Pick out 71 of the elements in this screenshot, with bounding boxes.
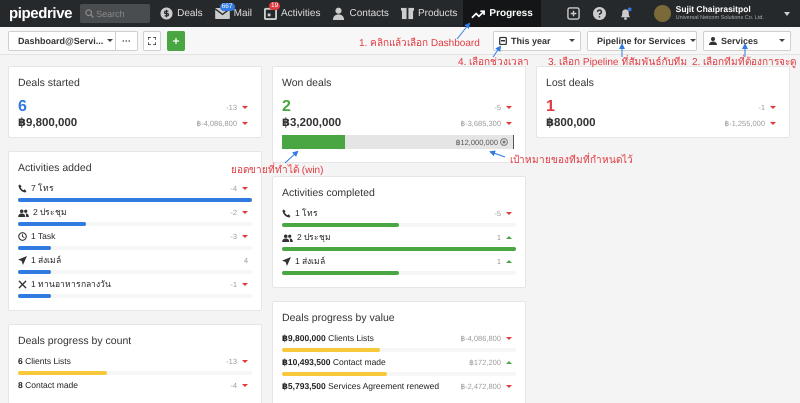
row-label: ฿9,800,000 Clients Lists [282, 333, 374, 344]
card-title: Lost deals [546, 77, 595, 90]
card-title: Deals progress by value [282, 312, 396, 325]
row-label: 1 ทานอาหารกลางวัน [31, 279, 112, 290]
brand-logo[interactable]: pipedrive [9, 5, 72, 22]
row-label: 6 Clients Lists [18, 356, 71, 367]
people-icon [282, 234, 293, 242]
people-icon [18, 208, 29, 216]
paper-plane-icon [18, 256, 27, 265]
filter-dropdown[interactable]: Pipeline for Services [587, 30, 697, 50]
row-label: ฿5,793,500 Services Agreement renewed [282, 381, 440, 392]
annotation-arrow [489, 150, 506, 158]
row-label: 1 Task [31, 231, 56, 242]
row-label: 2 ประชุม [297, 232, 332, 243]
card-title: Activities completed [282, 187, 376, 200]
deal-value: ฿800,000 [546, 116, 596, 130]
fullscreen-icon [148, 36, 156, 44]
row-label: ฿10,493,500 Contact made [282, 357, 386, 368]
nav-tab[interactable]: Contacts [326, 0, 395, 27]
target-icon [500, 138, 508, 146]
deal-value: ฿3,200,000 [282, 116, 342, 130]
annotation-arrow [492, 45, 502, 58]
card-title: Won deals [282, 77, 332, 90]
filter-dropdown[interactable]: This year [493, 30, 581, 50]
trend-icon [471, 8, 486, 18]
more-button[interactable]: ··· [116, 30, 138, 50]
dollar-icon [160, 7, 174, 20]
row-label: 7 โทร [31, 183, 54, 194]
row-label: 1 ส่งเมล์ [295, 256, 326, 267]
paper-plane-icon [282, 257, 291, 266]
user-name: Sujit Chaiprasitpol [676, 4, 752, 14]
fullscreen-button[interactable] [143, 30, 161, 50]
bell-icon[interactable] [618, 7, 632, 20]
card-title: Deals started [18, 77, 81, 90]
person-icon [332, 7, 346, 20]
phone-icon [282, 209, 291, 218]
row-label: 8 Contact made [18, 380, 78, 391]
calendar-icon [499, 36, 507, 45]
deal-count: 2 [282, 98, 291, 116]
annotation-note: 1. คลิกแล้วเลือก Dashboard [359, 37, 480, 50]
annotation-note: 4. เลือกช่วงเวลา [458, 56, 530, 69]
avatar[interactable] [654, 5, 671, 22]
person-icon [709, 36, 717, 44]
add-button[interactable] [167, 30, 185, 50]
annotation-note: เป้าหมายของทีมที่กำหนดไว้ [510, 154, 633, 167]
box-icon [400, 7, 414, 20]
row-label: 2 ประชุม [33, 207, 68, 218]
deal-count: 6 [18, 98, 27, 116]
row-label: 1 โทร [295, 208, 318, 219]
nav-tab[interactable]: Deals [154, 0, 209, 27]
nav-tab[interactable]: Products [394, 0, 464, 27]
help-icon[interactable] [592, 7, 606, 20]
plus-icon [173, 36, 179, 44]
dashboard-dropdown[interactable]: Dashboard@Servi... [8, 30, 116, 50]
search-field[interactable]: Search [80, 4, 150, 23]
row-label: 1 ส่งเมล์ [31, 255, 62, 266]
deal-count: 1 [546, 98, 555, 116]
clock-icon [18, 232, 27, 241]
filter-dropdown[interactable]: Services [703, 30, 791, 50]
nav-tab[interactable]: Progress [463, 0, 541, 27]
annotation-note: ยอดขายที่ทำได้ (win) [231, 164, 324, 177]
phone-icon [18, 184, 27, 193]
annotation-note: 2. เลือกทีมที่ต้องการจะดู [692, 56, 796, 69]
annotation-arrow [284, 150, 298, 164]
annotation-arrow [456, 22, 470, 40]
deal-value: ฿9,800,000 [18, 116, 78, 130]
annotation-note: 3. เลือก Pipeline ที่สัมพันธ์กับทีม [548, 56, 688, 69]
calendar-icon [264, 7, 278, 20]
add-icon[interactable] [566, 7, 580, 20]
card-title: Deals progress by count [18, 335, 132, 348]
cutlery-icon [18, 280, 27, 289]
